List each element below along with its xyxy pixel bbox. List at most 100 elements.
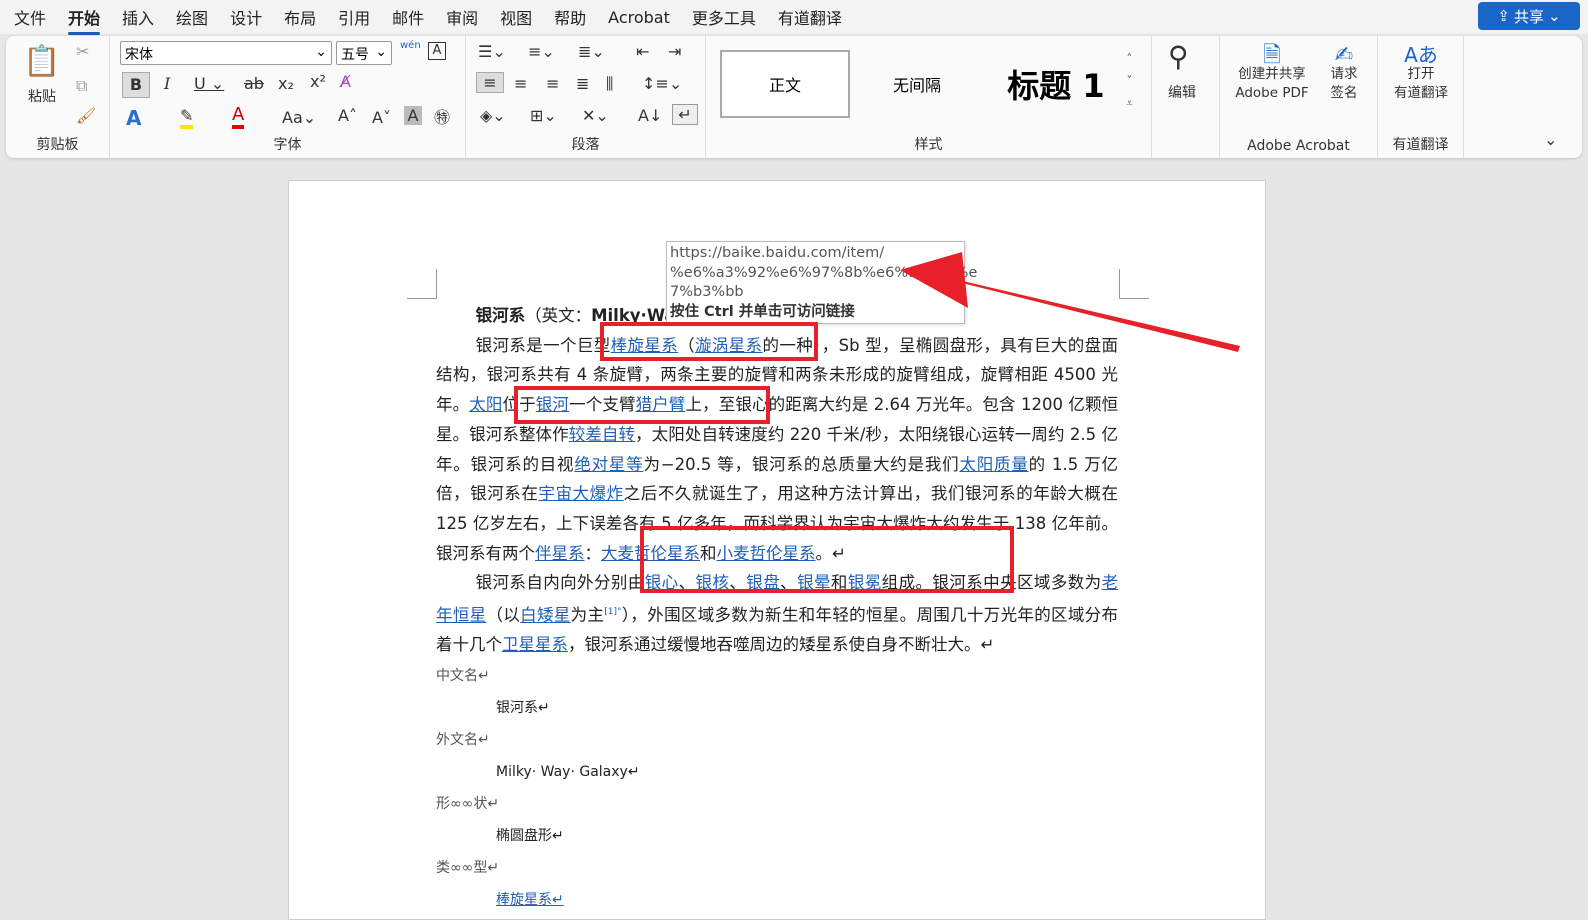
search-icon[interactable]: ⚲	[1168, 40, 1189, 73]
style-no-spacing[interactable]: 无间隔	[852, 50, 982, 118]
menu-references[interactable]: 引用	[338, 5, 370, 29]
clear-format-icon[interactable]: A̸	[340, 72, 351, 91]
menu-draw[interactable]: 绘图	[176, 5, 208, 29]
font-name-select[interactable]: 宋体 ⌄	[120, 41, 332, 65]
hyperlink[interactable]: 小麦哲伦星系	[717, 544, 816, 563]
text-run: 位于	[502, 395, 536, 415]
pinyin-guide-button[interactable]: wén	[400, 40, 421, 51]
menu-mailings[interactable]: 邮件	[392, 5, 424, 29]
paste-icon[interactable]: 📋	[20, 44, 64, 79]
hyperlink[interactable]: 银盘	[746, 573, 780, 592]
acrobat-label: Adobe Acrobat	[1247, 138, 1350, 154]
open-youdao-button[interactable]: Aあ 打开 有道翻译	[1388, 43, 1454, 103]
style-normal[interactable]: 正文	[720, 50, 850, 118]
style-heading-1[interactable]: 标题 1	[986, 50, 1126, 118]
justify-button[interactable]: ≣	[576, 74, 589, 93]
styles-label: 样式	[914, 137, 943, 153]
sort-button[interactable]: A↓	[638, 106, 662, 125]
create-pdf-button[interactable]: 🗎 创建并共享 Adobe PDF	[1234, 45, 1310, 103]
hyperlink[interactable]: 绝对星等	[574, 455, 643, 474]
paste-button[interactable]: 粘贴	[20, 86, 64, 106]
underline-button[interactable]: U ⌄	[194, 74, 224, 93]
hyperlink[interactable]: 银核	[696, 573, 730, 592]
font-color-button[interactable]: A	[232, 104, 245, 129]
font-label: 字体	[273, 137, 302, 153]
hyperlink[interactable]: 漩涡星系	[695, 336, 763, 355]
show-marks-button[interactable]: ↵	[672, 104, 698, 125]
hyperlink[interactable]: 白矮星	[520, 606, 570, 625]
text-run: 和	[830, 573, 848, 593]
collapse-ribbon-icon[interactable]: ⌄	[1544, 130, 1557, 149]
request-sign-button[interactable]: ✍ 请求 签名	[1324, 45, 1364, 103]
menu-help[interactable]: 帮助	[554, 5, 586, 29]
menu-home[interactable]: 开始	[68, 5, 101, 35]
styles-scroll[interactable]: ˄ ˅ ⩡	[1126, 48, 1133, 114]
menu-file[interactable]: 文件	[14, 5, 46, 29]
menu-youdao[interactable]: 有道翻译	[778, 5, 842, 29]
superscript-button[interactable]: x²	[310, 72, 326, 91]
text-run: 为−20.5 等，银河系的总质量大约是我们	[643, 454, 960, 474]
char-shading-button[interactable]: A	[404, 106, 422, 125]
document-body[interactable]: 银河系（英文：Milky·Way Galaxy） 银河系是一个巨型棒旋星系（漩涡…	[436, 301, 1118, 916]
line-spacing-button[interactable]: ↕≡⌄	[642, 74, 682, 93]
menu-insert[interactable]: 插入	[122, 5, 154, 29]
shrink-font-button[interactable]: A˅	[372, 108, 391, 127]
hyperlink[interactable]: 银心	[645, 573, 679, 592]
info-value: Milky· Way· Galaxy↵	[496, 763, 640, 780]
cut-icon[interactable]: ✂	[76, 42, 89, 61]
borders-button[interactable]: ⊞⌄	[530, 106, 557, 125]
text-effects-button[interactable]: A	[126, 106, 141, 130]
multilevel-list-button[interactable]: ≣⌄	[578, 42, 605, 61]
format-painter-icon[interactable]: 🖌	[76, 106, 96, 125]
text-direction-button[interactable]: ✕⌄	[582, 106, 609, 125]
italic-button[interactable]: I	[164, 74, 170, 93]
paragraph-label: 段落	[571, 137, 600, 153]
hyperlink[interactable]: 卫星星系	[502, 635, 568, 654]
change-case-button[interactable]: Aa⌄	[282, 108, 316, 127]
increase-indent-button[interactable]: ⇥	[668, 42, 681, 61]
hyperlink[interactable]: 猎户臂	[636, 395, 686, 414]
share-button[interactable]: ⇪ 共享 ⌄	[1478, 2, 1580, 30]
translate-icon: Aあ	[1404, 43, 1438, 67]
text-run: 银河系是一个巨型	[475, 335, 611, 355]
paragraph: 银河系是一个巨型棒旋星系（漩涡星系的一种），Sb 型，呈椭圆盘形，具有巨大的盘面…	[436, 331, 1118, 569]
text-run: [1]°	[604, 607, 622, 618]
strikethrough-button[interactable]: ab	[244, 74, 264, 93]
hyperlink[interactable]: 伴星系	[535, 544, 585, 563]
menu-view[interactable]: 视图	[500, 5, 532, 29]
align-right-button[interactable]: ≡	[546, 74, 559, 93]
char-border-icon[interactable]: A	[428, 42, 446, 60]
hyperlink[interactable]: 太阳	[469, 395, 502, 414]
bullets-button[interactable]: ☰⌄	[478, 42, 506, 61]
menu-acrobat[interactable]: Acrobat	[608, 8, 670, 27]
menu-design[interactable]: 设计	[230, 5, 262, 29]
hyperlink[interactable]: 较差自转	[569, 425, 635, 444]
distributed-button[interactable]: ⫼	[606, 74, 613, 94]
bold-button[interactable]: B	[122, 72, 150, 98]
hyperlink[interactable]: 棒旋星系↵	[496, 892, 564, 908]
hyperlink[interactable]: 大麦哲伦星系	[601, 544, 700, 563]
hyperlink[interactable]: 棒旋星系	[611, 336, 679, 355]
enclose-char-button[interactable]: ㊕	[434, 104, 450, 128]
copy-icon[interactable]: ⧉	[76, 76, 87, 96]
hyperlink[interactable]: 银晕	[797, 573, 831, 592]
font-size-select[interactable]: 五号 ⌄	[336, 41, 392, 65]
grow-font-button[interactable]: A˄	[338, 106, 357, 125]
align-left-button[interactable]: ≡	[476, 72, 504, 93]
hyperlink[interactable]: 银河	[536, 395, 569, 414]
menu-more-tools[interactable]: 更多工具	[692, 5, 756, 29]
highlight-button[interactable]: ✎	[180, 106, 194, 129]
text-run: 银河系	[475, 306, 526, 325]
hyperlink[interactable]: 银冕	[848, 573, 882, 592]
scrollbar[interactable]	[1566, 160, 1588, 918]
hyperlink[interactable]: 宇宙大爆炸	[538, 484, 623, 503]
edit-button[interactable]: 编辑	[1168, 82, 1196, 102]
menu-review[interactable]: 审阅	[446, 5, 478, 29]
decrease-indent-button[interactable]: ⇤	[636, 42, 649, 61]
numbering-button[interactable]: ≡⌄	[528, 42, 555, 61]
align-center-button[interactable]: ≡	[514, 74, 527, 93]
hyperlink[interactable]: 太阳质量	[959, 455, 1028, 474]
shading-button[interactable]: ◈⌄	[480, 106, 506, 125]
menu-layout[interactable]: 布局	[284, 5, 316, 29]
subscript-button[interactable]: x₂	[278, 74, 294, 93]
